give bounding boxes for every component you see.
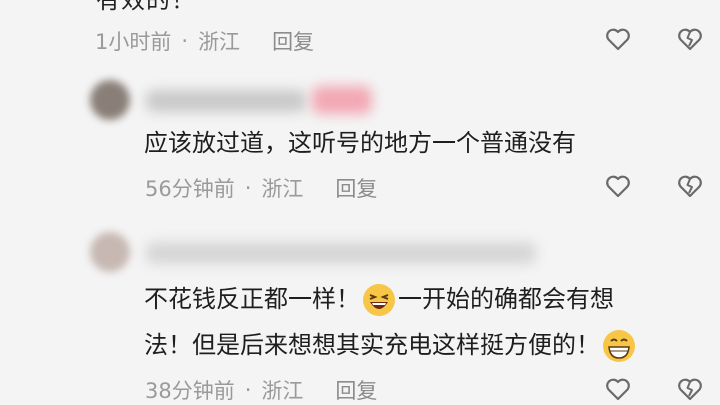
broken-heart-icon[interactable] <box>676 26 704 52</box>
comment-content-cut: 有效的！ <box>96 0 196 14</box>
comment-text: 一开始的确都会有想 <box>398 285 614 313</box>
comment-content-line: 不花钱反正都一样！ 一开始的确都会有想 <box>144 278 614 320</box>
comment-location: 浙江 <box>198 30 241 54</box>
comment-meta: 1小时前 · 浙江 回复 <box>95 26 314 56</box>
username-blurred[interactable] <box>146 242 536 264</box>
broken-heart-icon[interactable] <box>676 376 704 402</box>
heart-outline-icon[interactable] <box>604 376 632 402</box>
comment-text: 法！但是后来想想其实充电这样挺方便的！ <box>144 331 600 359</box>
reply-button[interactable]: 回复 <box>335 375 377 405</box>
badge-blurred <box>312 86 372 114</box>
comment-location: 浙江 <box>261 379 304 403</box>
comment-time: 38分钟前 <box>145 379 235 403</box>
comment-time: 56分钟前 <box>145 177 235 201</box>
reply-button[interactable]: 回复 <box>272 26 314 56</box>
heart-outline-icon[interactable] <box>604 173 632 199</box>
comment-content-line: 法！但是后来想想其实充电这样挺方便的！ <box>144 324 638 366</box>
reply-button[interactable]: 回复 <box>335 173 377 203</box>
comment-meta: 56分钟前 · 浙江 回复 <box>145 173 377 203</box>
avatar[interactable] <box>90 80 130 120</box>
heart-outline-icon[interactable] <box>604 26 632 52</box>
comment-text: 不花钱反正都一样！ <box>144 285 360 313</box>
avatar[interactable] <box>90 232 130 272</box>
username-blurred[interactable] <box>146 90 306 112</box>
comment-time: 1小时前 <box>95 30 172 54</box>
comment-content: 应该放过道，这听号的地方一个普通没有 <box>144 129 576 157</box>
comment-location: 浙江 <box>261 177 304 201</box>
broken-heart-icon[interactable] <box>676 173 704 199</box>
laughing-emoji-icon <box>362 283 396 317</box>
separator-dot: · <box>181 29 189 53</box>
separator-dot: · <box>244 176 252 200</box>
comment-meta: 38分钟前 · 浙江 回复 <box>145 375 377 405</box>
separator-dot: · <box>244 378 252 402</box>
grinning-emoji-icon <box>602 329 636 363</box>
